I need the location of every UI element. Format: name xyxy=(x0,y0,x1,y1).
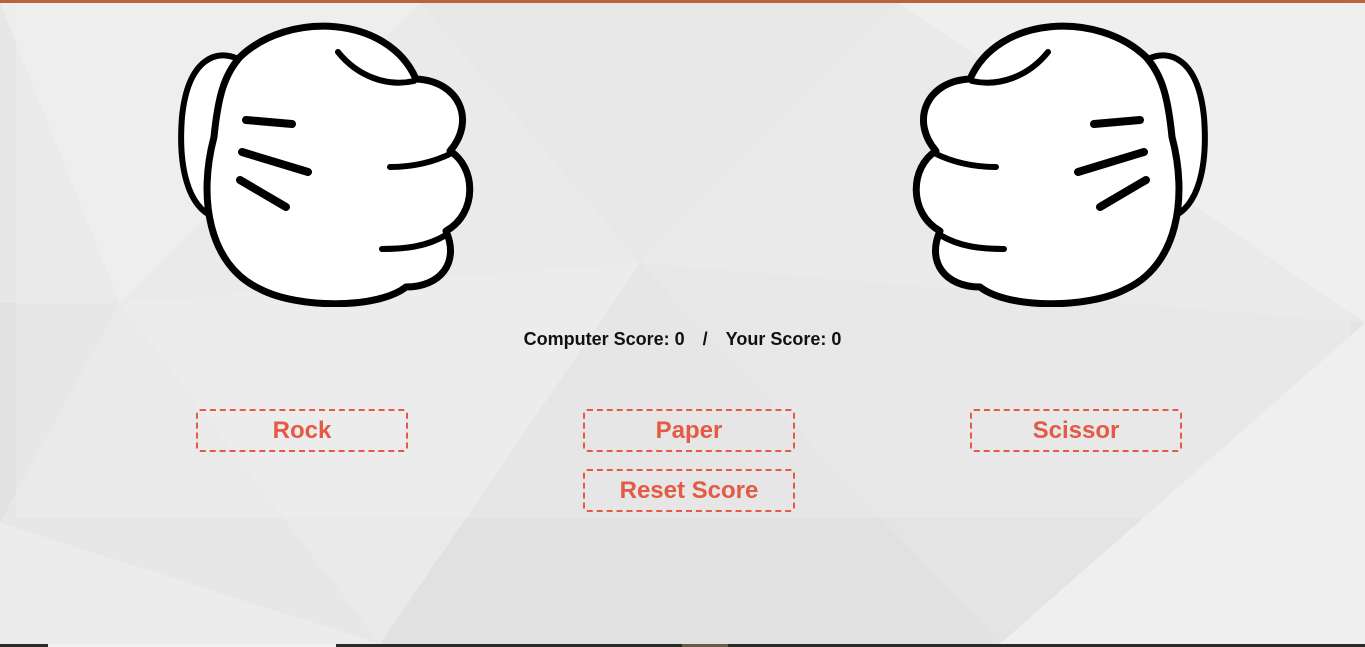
paper-button[interactable]: Paper xyxy=(583,409,795,452)
computer-hand xyxy=(178,17,474,308)
reset-score-button[interactable]: Reset Score xyxy=(583,469,795,512)
player-score-label: Your Score: xyxy=(725,329,827,349)
player-hand xyxy=(912,17,1208,308)
computer-score-label: Computer Score: xyxy=(523,329,670,349)
score-separator: / xyxy=(702,329,708,349)
scissor-button[interactable]: Scissor xyxy=(970,409,1182,452)
fist-icon xyxy=(912,22,1208,308)
player-score-value: 0 xyxy=(831,329,842,349)
fist-icon xyxy=(178,22,474,308)
rock-button[interactable]: Rock xyxy=(196,409,408,452)
computer-score-value: 0 xyxy=(674,329,685,349)
score-display: Computer Score: 0 / Your Score: 0 xyxy=(0,329,1365,350)
